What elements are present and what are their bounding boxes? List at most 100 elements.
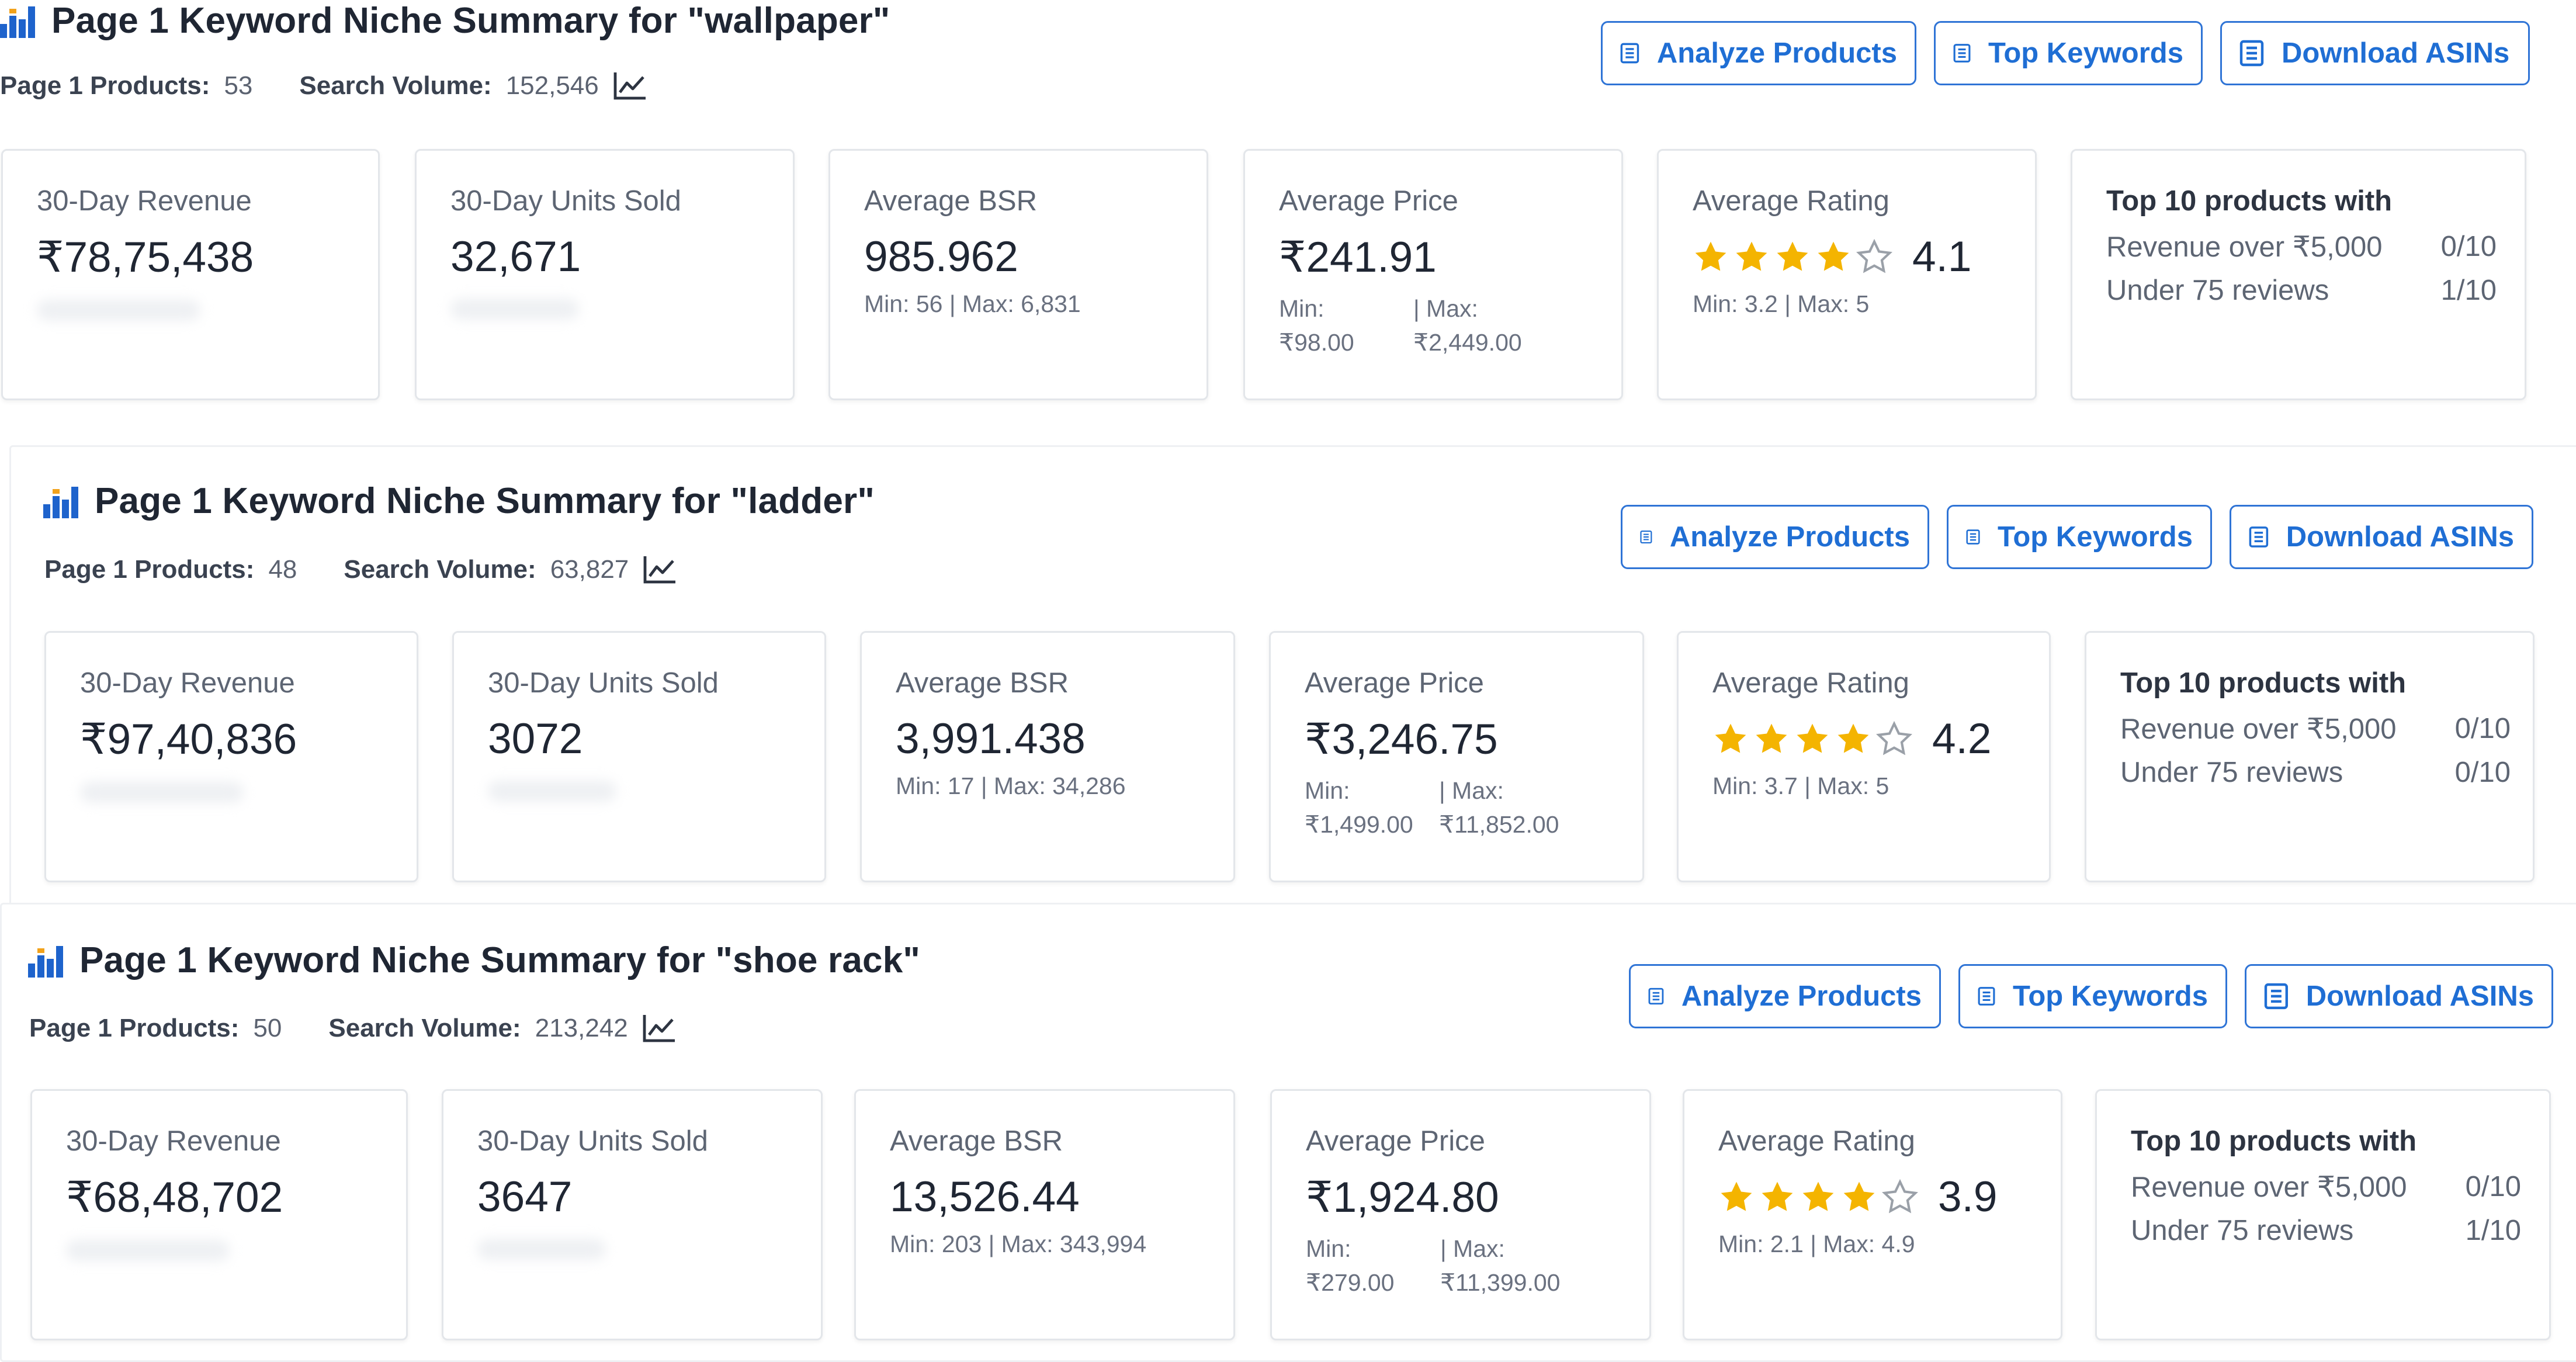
revenue-card: 30-Day Revenue ₹78,75,438 (1, 149, 380, 400)
average-bsr-value: 13,526.44 (890, 1173, 1080, 1221)
bar-chart-logo-icon (43, 486, 78, 518)
search-volume-label: Search Volume: (328, 1014, 521, 1042)
price-min-label: Min: (1305, 777, 1350, 804)
top-reviews-label: Under 75 reviews (2106, 275, 2329, 306)
blurred-placeholder (66, 1240, 230, 1261)
average-bsr-label: Average BSR (890, 1125, 1063, 1157)
average-rating-value: 3.9 (1938, 1173, 1998, 1221)
page1-products-value: 50 (253, 1014, 282, 1042)
units-sold-value: 3647 (477, 1173, 573, 1221)
search-volume-trend-icon[interactable] (642, 1014, 676, 1043)
revenue-label: 30-Day Revenue (37, 185, 252, 217)
download-asins-label: Download ASINs (2282, 37, 2510, 69)
page1-products-label: Page 1 Products: (0, 71, 210, 100)
list-icon (1648, 987, 1664, 1005)
star-empty-icon (1882, 1179, 1918, 1213)
top-revenue-row: Revenue over ₹5,000 0/10 (2120, 712, 2511, 746)
top-reviews-value: 1/10 (2465, 1215, 2521, 1246)
average-rating-card: Average Rating 4.1 Min: 3.2 | Max: 5 (1657, 149, 2037, 400)
price-min-label: Min: (1306, 1235, 1351, 1262)
analyze-products-button[interactable]: Analyze Products (1629, 964, 1941, 1028)
top-revenue-label: Revenue over ₹5,000 (2106, 231, 2383, 263)
price-max-value: ₹11,399.00 (1440, 1269, 1561, 1296)
rating-range: Min: 3.7 | Max: 5 (1712, 772, 1889, 799)
top-keywords-label: Top Keywords (2013, 980, 2208, 1012)
revenue-value: ₹68,48,702 (66, 1174, 283, 1221)
units-sold-card: 30-Day Units Sold 32,671 (415, 149, 795, 400)
section-actions: Analyze Products Top Keywords Download A… (1601, 21, 2530, 85)
price-max-label: | Max: (1413, 295, 1478, 322)
page1-products-label: Page 1 Products: (44, 555, 255, 584)
star-filled-icon (1802, 1181, 1834, 1211)
section-header: Page 1 Keyword Niche Summary for "shoe r… (28, 940, 920, 981)
price-min-label: Min: (1279, 295, 1325, 322)
section-header: Page 1 Keyword Niche Summary for "ladder… (43, 480, 875, 522)
rating-row: 3.9 (1718, 1173, 2061, 1221)
list-icon (2264, 983, 2288, 1010)
rating-row: 4.1 (1693, 233, 2035, 281)
search-volume-value: 63,827 (550, 555, 629, 584)
average-bsr-label: Average BSR (896, 667, 1069, 699)
units-sold-value: 3072 (488, 715, 583, 763)
price-max-label: | Max: (1439, 777, 1504, 804)
units-sold-label: 30-Day Units Sold (488, 667, 719, 699)
star-filled-icon (1695, 241, 1726, 271)
revenue-value: ₹97,40,836 (80, 716, 297, 763)
price-max-value: ₹11,852.00 (1439, 811, 1559, 838)
average-price-card: Average Price ₹241.91 Min: | Max: ₹98.00… (1243, 149, 1623, 400)
average-price-card: Average Price ₹3,246.75 Min: | Max: ₹1,4… (1269, 631, 1644, 882)
section-actions: Analyze Products Top Keywords Download A… (1629, 964, 2553, 1028)
star-filled-icon (1715, 723, 1746, 753)
blurred-placeholder (477, 1239, 606, 1260)
top-products-card: Top 10 products with Revenue over ₹5,000… (2095, 1089, 2551, 1340)
average-rating-label: Average Rating (1693, 185, 1889, 217)
top-keywords-button[interactable]: Top Keywords (1958, 964, 2227, 1028)
top-keywords-button[interactable]: Top Keywords (1934, 21, 2203, 85)
blurred-placeholder (450, 299, 579, 320)
list-icon (1953, 44, 1971, 63)
average-bsr-value: 985.962 (864, 233, 1018, 280)
star-filled-icon (1843, 1181, 1875, 1211)
revenue-card: 30-Day Revenue ₹97,40,836 (44, 631, 418, 882)
top-revenue-value: 0/10 (2454, 713, 2511, 744)
top-reviews-label: Under 75 reviews (2131, 1215, 2354, 1246)
price-min-value: ₹279.00 (1306, 1269, 1395, 1296)
average-price-card: Average Price ₹1,924.80 Min: | Max: ₹279… (1270, 1089, 1651, 1340)
star-filled-icon (1721, 1181, 1752, 1211)
search-volume-trend-icon[interactable] (643, 555, 677, 584)
top-revenue-row: Revenue over ₹5,000 0/10 (2131, 1170, 2521, 1204)
star-filled-icon (1762, 1181, 1793, 1211)
top-keywords-label: Top Keywords (1998, 521, 2193, 553)
top-keywords-label: Top Keywords (1988, 37, 2183, 69)
average-rating-label: Average Rating (1712, 667, 1909, 699)
download-asins-button[interactable]: Download ASINs (2230, 505, 2533, 569)
search-volume-label: Search Volume: (299, 71, 492, 100)
price-range: Min: | Max: ₹279.00 ₹11,399.00 (1306, 1232, 1649, 1299)
rating-row: 4.2 (1712, 715, 2049, 763)
top-reviews-value: 0/10 (2454, 757, 2511, 788)
search-volume-value: 152,546 (505, 71, 599, 100)
units-sold-card: 30-Day Units Sold 3072 (452, 631, 826, 882)
top-keywords-button[interactable]: Top Keywords (1947, 505, 2212, 569)
average-bsr-card: Average BSR 13,526.44 Min: 203 | Max: 34… (854, 1089, 1235, 1340)
analyze-products-button[interactable]: Analyze Products (1601, 21, 1916, 85)
analyze-products-button[interactable]: Analyze Products (1621, 505, 1929, 569)
bsr-range: Min: 17 | Max: 34,286 (896, 772, 1126, 799)
star-filled-icon (1797, 723, 1828, 753)
top-products-card: Top 10 products with Revenue over ₹5,000… (2071, 149, 2526, 400)
average-rating-card: Average Rating 4.2 Min: 3.7 | Max: 5 (1677, 631, 2051, 882)
download-asins-label: Download ASINs (2305, 980, 2534, 1012)
star-empty-icon (1856, 238, 1892, 273)
list-icon (2249, 526, 2269, 547)
page1-products-value: 53 (224, 71, 253, 100)
price-min-value: ₹1,499.00 (1305, 811, 1413, 838)
top-reviews-value: 1/10 (2440, 275, 2497, 306)
average-rating-card: Average Rating 3.9 Min: 2.1 | Max: 4.9 (1683, 1089, 2062, 1340)
units-sold-card: 30-Day Units Sold 3647 (442, 1089, 823, 1340)
revenue-label: 30-Day Revenue (66, 1125, 281, 1157)
rating-range: Min: 2.1 | Max: 4.9 (1718, 1231, 1915, 1257)
download-asins-button[interactable]: Download ASINs (2220, 21, 2530, 85)
section-title: Page 1 Keyword Niche Summary for "ladder… (95, 481, 875, 521)
download-asins-button[interactable]: Download ASINs (2245, 964, 2553, 1028)
search-volume-trend-icon[interactable] (613, 71, 647, 100)
